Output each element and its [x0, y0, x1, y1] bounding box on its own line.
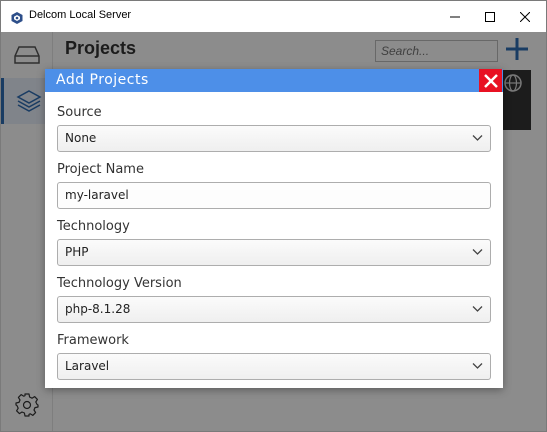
dialog-close-button[interactable] [479, 69, 502, 92]
close-icon [483, 73, 498, 88]
source-label: Source [57, 105, 102, 120]
technology-version-label: Technology Version [57, 276, 182, 291]
minimize-button[interactable] [437, 1, 473, 32]
technology-version-select-value: php-8.1.28 [65, 302, 131, 316]
source-select-value: None [65, 131, 97, 145]
technology-version-select[interactable]: php-8.1.28 [57, 296, 491, 323]
minimize-icon [450, 16, 460, 17]
framework-label: Framework [57, 333, 129, 348]
close-window-button[interactable] [507, 1, 543, 32]
framework-select-value: Laravel [65, 359, 110, 373]
technology-select-value: PHP [65, 245, 89, 259]
chevron-down-icon [472, 249, 483, 255]
maximize-button[interactable] [472, 1, 508, 32]
title-bar[interactable]: Delcom Local Server [1, 1, 546, 32]
app-window: Delcom Local Server Projects Search... A… [0, 0, 547, 432]
chevron-down-icon [472, 306, 483, 312]
close-icon [520, 11, 530, 22]
technology-select[interactable]: PHP [57, 239, 491, 266]
project-name-input[interactable]: my-laravel [57, 182, 491, 209]
window-title: Delcom Local Server [29, 9, 132, 21]
add-projects-dialog: Add Projects Source None Project Name my… [45, 69, 503, 388]
chevron-down-icon [472, 363, 483, 369]
technology-label: Technology [57, 219, 130, 234]
framework-select[interactable]: Laravel [57, 353, 491, 380]
chevron-down-icon [472, 135, 483, 141]
project-name-label: Project Name [57, 162, 144, 177]
maximize-icon [485, 11, 495, 22]
project-name-value: my-laravel [65, 188, 129, 202]
source-select[interactable]: None [57, 125, 491, 152]
app-logo-icon [10, 10, 24, 24]
dialog-title: Add Projects [56, 72, 149, 88]
dialog-header: Add Projects [45, 69, 503, 92]
